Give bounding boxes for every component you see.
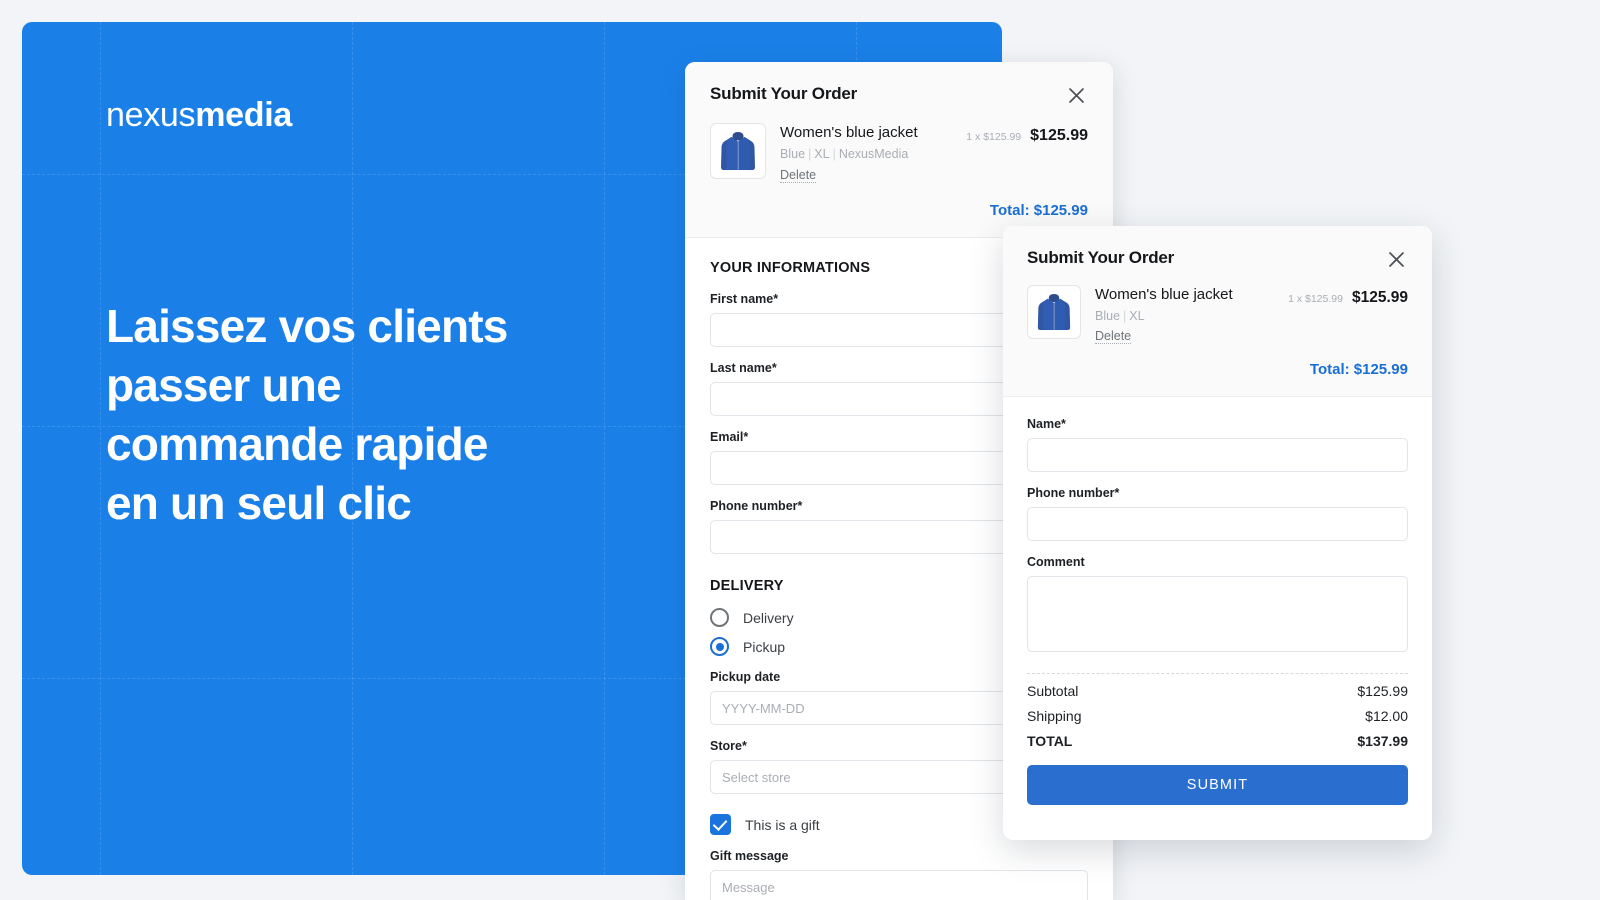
totals-row-total: TOTAL $137.99 <box>1027 733 1408 749</box>
gift-message-input[interactable] <box>710 870 1088 900</box>
product-thumbnail-blue-jacket <box>710 123 766 179</box>
totals-value-total: $137.99 <box>1357 733 1408 749</box>
name-input[interactable] <box>1027 438 1408 472</box>
submit-button[interactable]: SUBMIT <box>1027 765 1408 805</box>
totals-label-shipping: Shipping <box>1027 708 1082 724</box>
cart-item-unit-price: 1 x $125.99 <box>1288 293 1343 305</box>
cart-item-name: Women's blue jacket <box>780 124 918 141</box>
phone-number-input[interactable] <box>1027 507 1408 541</box>
cart-item-size: XL <box>814 147 830 161</box>
label-name: Name* <box>1027 417 1066 431</box>
cart-line-item: Women's blue jacket Blue | XL Delete 1 x $… <box>1027 285 1408 345</box>
back-modal-cart-header: Submit Your Order Women's blue jacket Bl… <box>685 62 1113 238</box>
order-totals: Subtotal $125.99 Shipping $12.00 TOTAL $… <box>1003 683 1432 805</box>
front-modal-cart-header: Submit Your Order Women's blue jacket Bl… <box>1003 226 1432 397</box>
quick-order-modal: Submit Your Order Women's blue jacket Bl… <box>1003 226 1432 840</box>
gift-checkbox-label: This is a gift <box>745 816 820 833</box>
cart-item-size: XL <box>1129 309 1145 323</box>
cart-item-name: Women's blue jacket <box>1095 286 1233 303</box>
hero-headline: Laissez vos clients passer une commande … <box>106 300 508 529</box>
product-thumbnail-blue-jacket <box>1027 285 1081 339</box>
label-gift-message: Gift message <box>710 849 789 863</box>
close-icon[interactable] <box>1385 248 1408 271</box>
back-modal-title: Submit Your Order <box>710 84 858 103</box>
cart-total: Total: $125.99 <box>989 202 1088 219</box>
radio-label-delivery: Delivery <box>743 609 794 626</box>
cart-item-unit-price: 1 x $125.99 <box>966 131 1022 143</box>
cart-total: Total: $125.99 <box>1309 361 1408 378</box>
totals-row-shipping: Shipping $12.00 <box>1027 708 1408 724</box>
brand-logo-bold: media <box>195 96 292 134</box>
cart-item-delete-link[interactable]: Delete <box>780 168 817 183</box>
checkbox-icon-gift[interactable] <box>710 814 731 835</box>
totals-value-shipping: $12.00 <box>1365 708 1408 724</box>
totals-divider <box>1027 673 1408 674</box>
totals-value-subtotal: $125.99 <box>1357 683 1408 699</box>
cart-item-line-price: $125.99 <box>1030 127 1088 144</box>
cart-item-meta: Blue | XL | NexusMedia <box>780 147 909 161</box>
cart-item-delete-link[interactable]: Delete <box>1095 329 1132 344</box>
brand-logo: nexusmedia <box>106 96 292 135</box>
radio-label-pickup: Pickup <box>743 638 786 655</box>
totals-label-subtotal: Subtotal <box>1027 683 1079 699</box>
label-comment: Comment <box>1027 555 1085 569</box>
close-icon[interactable] <box>1065 84 1088 107</box>
brand-logo-light: nexus <box>106 96 196 134</box>
cart-item-color: Blue <box>780 147 806 161</box>
quick-order-form-body: Name* Phone number* Comment <box>1003 397 1432 657</box>
radio-icon-pickup[interactable] <box>710 637 729 656</box>
comment-textarea[interactable] <box>1027 576 1408 652</box>
screen-root: nexusmedia Laissez vos clients passer un… <box>0 0 1600 900</box>
front-modal-title: Submit Your Order <box>1027 248 1175 267</box>
label-phone-number: Phone number* <box>1027 486 1120 500</box>
cart-item-brand: NexusMedia <box>838 147 909 161</box>
radio-icon-delivery[interactable] <box>710 608 729 627</box>
cart-item-color: Blue <box>1095 309 1121 323</box>
cart-item-meta: Blue | XL <box>1095 309 1145 323</box>
cart-item-line-price: $125.99 <box>1351 289 1408 306</box>
cart-line-item: Women's blue jacket Blue | XL | NexusMedia D… <box>710 123 1088 184</box>
totals-row-subtotal: Subtotal $125.99 <box>1027 683 1408 699</box>
totals-label-total: TOTAL <box>1027 733 1073 749</box>
